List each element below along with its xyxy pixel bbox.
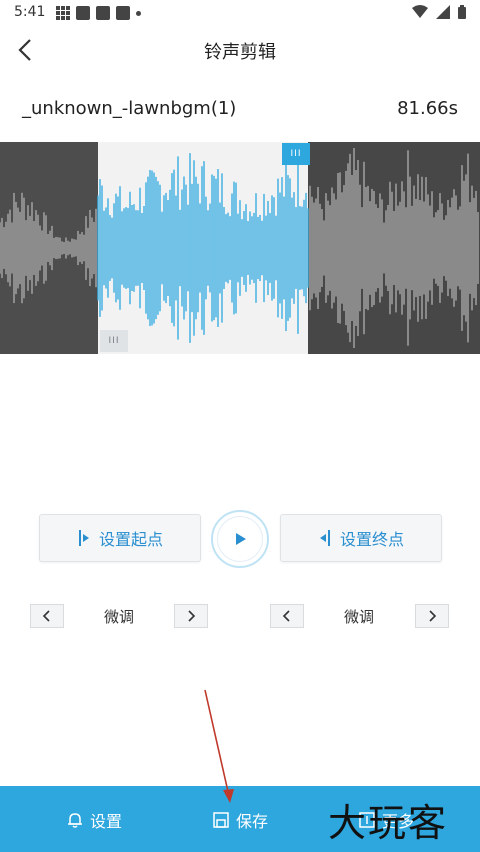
watermark-logo: 大玩客 bbox=[328, 801, 449, 845]
bell-icon bbox=[68, 813, 82, 828]
save-label: 保存 bbox=[236, 812, 269, 831]
page-title: 铃声剪辑 bbox=[204, 42, 276, 63]
set-end-button[interactable]: 设置终点 bbox=[280, 514, 442, 562]
start-tune-decrease-button[interactable] bbox=[30, 604, 64, 628]
signal-icon bbox=[436, 5, 450, 19]
play-icon bbox=[236, 533, 246, 545]
end-tune-increase-button[interactable] bbox=[415, 604, 449, 628]
annotation-arrow bbox=[204, 689, 234, 803]
save-icon bbox=[213, 812, 229, 828]
file-duration: 81.66s bbox=[397, 98, 458, 119]
set-start-button[interactable]: 设置起点 bbox=[39, 514, 201, 562]
set-start-icon bbox=[78, 530, 89, 546]
chevron-left-icon bbox=[42, 610, 50, 622]
set-end-icon bbox=[319, 530, 330, 546]
status-bar: 5:41 bbox=[0, 0, 480, 26]
settings-button[interactable]: 设置 bbox=[66, 808, 122, 832]
chevron-right-icon bbox=[188, 610, 196, 622]
end-tune-decrease-button[interactable] bbox=[270, 604, 304, 628]
waveform-editor[interactable] bbox=[0, 142, 480, 354]
chevron-right-icon bbox=[429, 610, 437, 622]
system-icons bbox=[412, 5, 466, 19]
grid-icon bbox=[56, 6, 70, 20]
settings-label: 设置 bbox=[90, 812, 123, 831]
wifi-icon bbox=[412, 5, 428, 18]
file-name: _unknown_-lawnbgm(1) bbox=[22, 98, 237, 119]
app-icon bbox=[116, 6, 130, 20]
battery-icon bbox=[458, 5, 466, 19]
app-icon bbox=[76, 6, 90, 20]
notification-icons bbox=[56, 6, 141, 20]
end-handle[interactable]: III bbox=[282, 143, 310, 165]
more-notifications-icon bbox=[136, 10, 141, 16]
set-end-label: 设置终点 bbox=[339, 530, 404, 549]
end-tune-label: 微调 bbox=[343, 608, 374, 626]
save-button[interactable]: 保存 bbox=[212, 808, 268, 832]
chevron-left-icon bbox=[282, 610, 290, 622]
waveform-canvas bbox=[0, 142, 480, 354]
app-icon bbox=[96, 6, 110, 20]
start-tune-label: 微调 bbox=[103, 608, 134, 626]
play-button[interactable] bbox=[211, 510, 269, 568]
header: 铃声剪辑 bbox=[0, 26, 480, 76]
status-time: 5:41 bbox=[14, 4, 46, 20]
start-handle[interactable]: III bbox=[100, 330, 128, 352]
start-tune-increase-button[interactable] bbox=[174, 604, 208, 628]
file-info-row: _unknown_-lawnbgm(1) 81.66s bbox=[0, 94, 480, 126]
set-start-label: 设置起点 bbox=[98, 530, 163, 549]
